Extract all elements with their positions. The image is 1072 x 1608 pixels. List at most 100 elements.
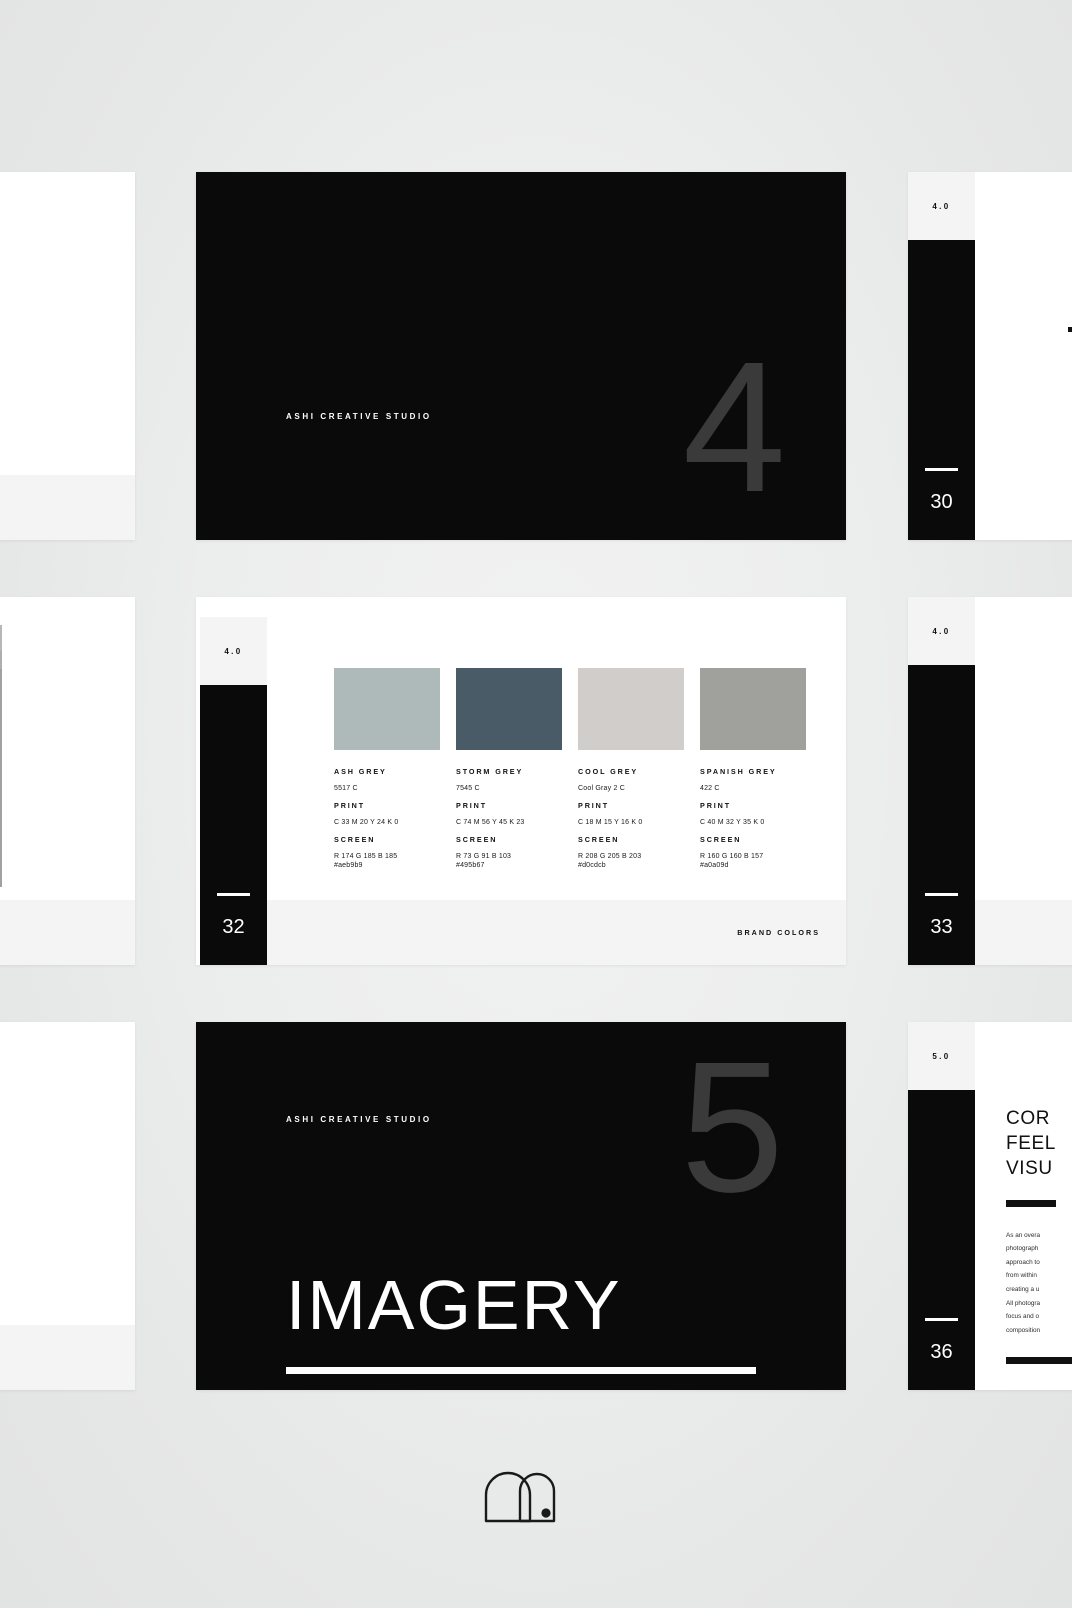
color-title-slide[interactable]: ASHI CREATIVE STUDIO 4 COLOR (196, 172, 846, 540)
copy-slide-rule-bottom (1006, 1357, 1072, 1364)
imagery-copy-slide[interactable]: 5.0 36 COR FEEL VISU As an overa photogr… (908, 1022, 1072, 1390)
swatch-card[interactable]: SPANISH GREY 422 C PRINT C 40 M 32 Y 35 … (700, 668, 806, 869)
section-number-label: 4.0 (224, 646, 243, 656)
swatch-hex: #aeb9b9 (334, 862, 363, 869)
brand-line: ASHI CREATIVE STUDIO (286, 412, 432, 421)
swatch-screen-label: SCREEN (456, 835, 498, 844)
page-number: 32 (222, 916, 245, 938)
color-table-footer: BRAND COLORS (0, 1325, 135, 1390)
page-tab-body: 30 (908, 240, 975, 540)
section-number-label: 4.0 (932, 626, 951, 636)
swatch-chip (578, 668, 684, 750)
brand-colors-footer-label: BRAND COLORS (737, 928, 820, 937)
section-number: 5 (680, 1024, 784, 1231)
section-number-label: 5.0 (932, 1051, 951, 1061)
grey-block-footer: BRAND COLORS (0, 900, 135, 965)
grey-block-slide[interactable]: PANISH GREY 2 C RINT 40 M 32 Y 35 K 0 CR… (0, 597, 135, 965)
swatch-print-label: PRINT (456, 801, 488, 810)
logo-dot (541, 1508, 551, 1518)
page-tab-dash (217, 893, 250, 896)
page-tab-section-top: 4.0 (908, 172, 975, 240)
page-number: 36 (930, 1341, 953, 1363)
copy-heading-line: FEEL (1006, 1133, 1056, 1155)
grey-swatch-row (0, 651, 2, 669)
page-tab-body: 36 (908, 1090, 975, 1390)
page-tab-section-top: 4.0 (908, 597, 975, 665)
section-number: 4 (682, 324, 786, 531)
page-tab-36: 5.0 36 (908, 1022, 975, 1390)
section-number-label: 4.0 (932, 201, 951, 211)
copy-body-line: As an overa (1006, 1232, 1041, 1239)
swatch-cmyk: C 18 M 15 Y 16 K 0 (578, 819, 643, 826)
swatch-name: ASH GREY (334, 767, 387, 776)
page-tab-dash (925, 1318, 958, 1321)
typography-footer: TYPOGRAPHY (0, 475, 135, 540)
page-tab-30: 4.0 30 (908, 172, 975, 540)
copy-body-line: focus and o (1006, 1313, 1040, 1321)
swatch-grid: ASH GREY 5517 C PRINT C 33 M 20 Y 24 K 0… (334, 668, 824, 869)
copy-body-line: photograph (1006, 1245, 1039, 1253)
swatch-rgb: R 73 G 91 B 103 (456, 853, 512, 860)
copy-slide-heading: COR FEEL VISU (1006, 1106, 1072, 1181)
brand-colors-slide[interactable]: 4.0 32 ASH GREY 5517 C PRINT C 33 M 20 Y… (196, 597, 846, 965)
typography-body: typesetting industry. Lorem Ipsum s the … (0, 390, 6, 444)
copy-body-line: approach to (1006, 1258, 1040, 1266)
swatch-hex: #d0cdcb (578, 862, 606, 869)
copy-body-line: composition (1006, 1326, 1041, 1334)
swatch-hex: #495b67 (456, 862, 485, 869)
copy-heading-line: COR (1006, 1108, 1051, 1129)
swatch-card[interactable]: STORM GREY 7545 C PRINT C 74 M 56 Y 45 K… (456, 668, 562, 869)
typography-body-line: typesetting industry. Lorem Ipsum (0, 390, 6, 404)
page-tab-33: 4.0 33 (908, 597, 975, 965)
swatch-pantone: 7545 C (456, 785, 480, 792)
swatch-hex: #a0a09d (700, 862, 729, 869)
copy-slide-paragraph-1: As an overa photograph approach to from … (1006, 1229, 1072, 1296)
page-tab-32: 4.0 32 (200, 617, 267, 965)
right-slide-rule (1068, 327, 1072, 332)
imagery-title-slide[interactable]: ASHI CREATIVE STUDIO 5 IMAGERY (196, 1022, 846, 1390)
swatch-cmyk: C 74 M 56 Y 45 K 23 (456, 819, 525, 826)
page-tab-dash (925, 893, 958, 896)
copy-slide-rule (1006, 1200, 1056, 1207)
copy-slide-paragraph-2: All photogra focus and o composition (1006, 1297, 1072, 1337)
swatch-chip (334, 668, 440, 750)
typography-slide[interactable]: SUM IS EXT DOM TEXT. typesetting industr… (0, 172, 135, 540)
swatch-name: SPANISH GREY (700, 767, 777, 776)
swatch-chip (700, 668, 806, 750)
brand-colors-footer: BRAND COLORS (267, 900, 846, 965)
page-tab-body: 33 (908, 665, 975, 965)
page-number: 30 (930, 491, 953, 513)
copy-body-line: from within (1006, 1272, 1037, 1280)
swatch-pantone: 422 C (700, 785, 720, 792)
right-slide-page-33[interactable]: 4.0 33 (908, 597, 1072, 965)
right-slide-page-30[interactable]: 4.0 30 (908, 172, 1072, 540)
color-table-slide[interactable]: TONE 422 C Y K 40 / 32 / 35 / 0 B 160 / … (0, 1022, 135, 1390)
swatch-chip (456, 668, 562, 750)
right-slide-footer (975, 900, 1072, 965)
swatch-pantone: Cool Gray 2 C (578, 785, 625, 792)
swatch-cmyk: C 40 M 32 Y 35 K 0 (700, 819, 765, 826)
swatch-cmyk: C 33 M 20 Y 24 K 0 (334, 819, 399, 826)
page-tab-dash (925, 468, 958, 471)
copy-body-line: All photogra (1006, 1300, 1041, 1307)
swatch-card[interactable]: ASH GREY 5517 C PRINT C 33 M 20 Y 24 K 0… (334, 668, 440, 869)
page-tab-body: 32 (200, 685, 267, 965)
title-rule (286, 1367, 756, 1374)
swatch-pantone: 5517 C (334, 785, 358, 792)
swatch-rgb: R 174 G 185 B 185 (334, 853, 398, 860)
grey-swatch (0, 651, 2, 669)
swatch-name: STORM GREY (456, 767, 524, 776)
swatch-card[interactable]: COOL GREY Cool Gray 2 C PRINT C 18 M 15 … (578, 668, 684, 869)
typography-body-line: a type specimen book. It has (0, 417, 6, 431)
swatch-print-label: PRINT (700, 801, 732, 810)
brand-line: ASHI CREATIVE STUDIO (286, 1115, 432, 1124)
grey-swatch-large (0, 669, 2, 887)
page-tab-section-top: 4.0 (200, 617, 267, 685)
typography-body-line: s the 1500s, when an unknown (0, 404, 6, 418)
swatch-screen-label: SCREEN (700, 835, 742, 844)
ashi-logo (480, 1455, 592, 1525)
grey-swatch-row (0, 625, 2, 651)
typography-body-line: electronic typesetting, remaining (0, 431, 6, 445)
grey-swatch (0, 625, 2, 651)
grey-swatch-stack (0, 625, 2, 887)
